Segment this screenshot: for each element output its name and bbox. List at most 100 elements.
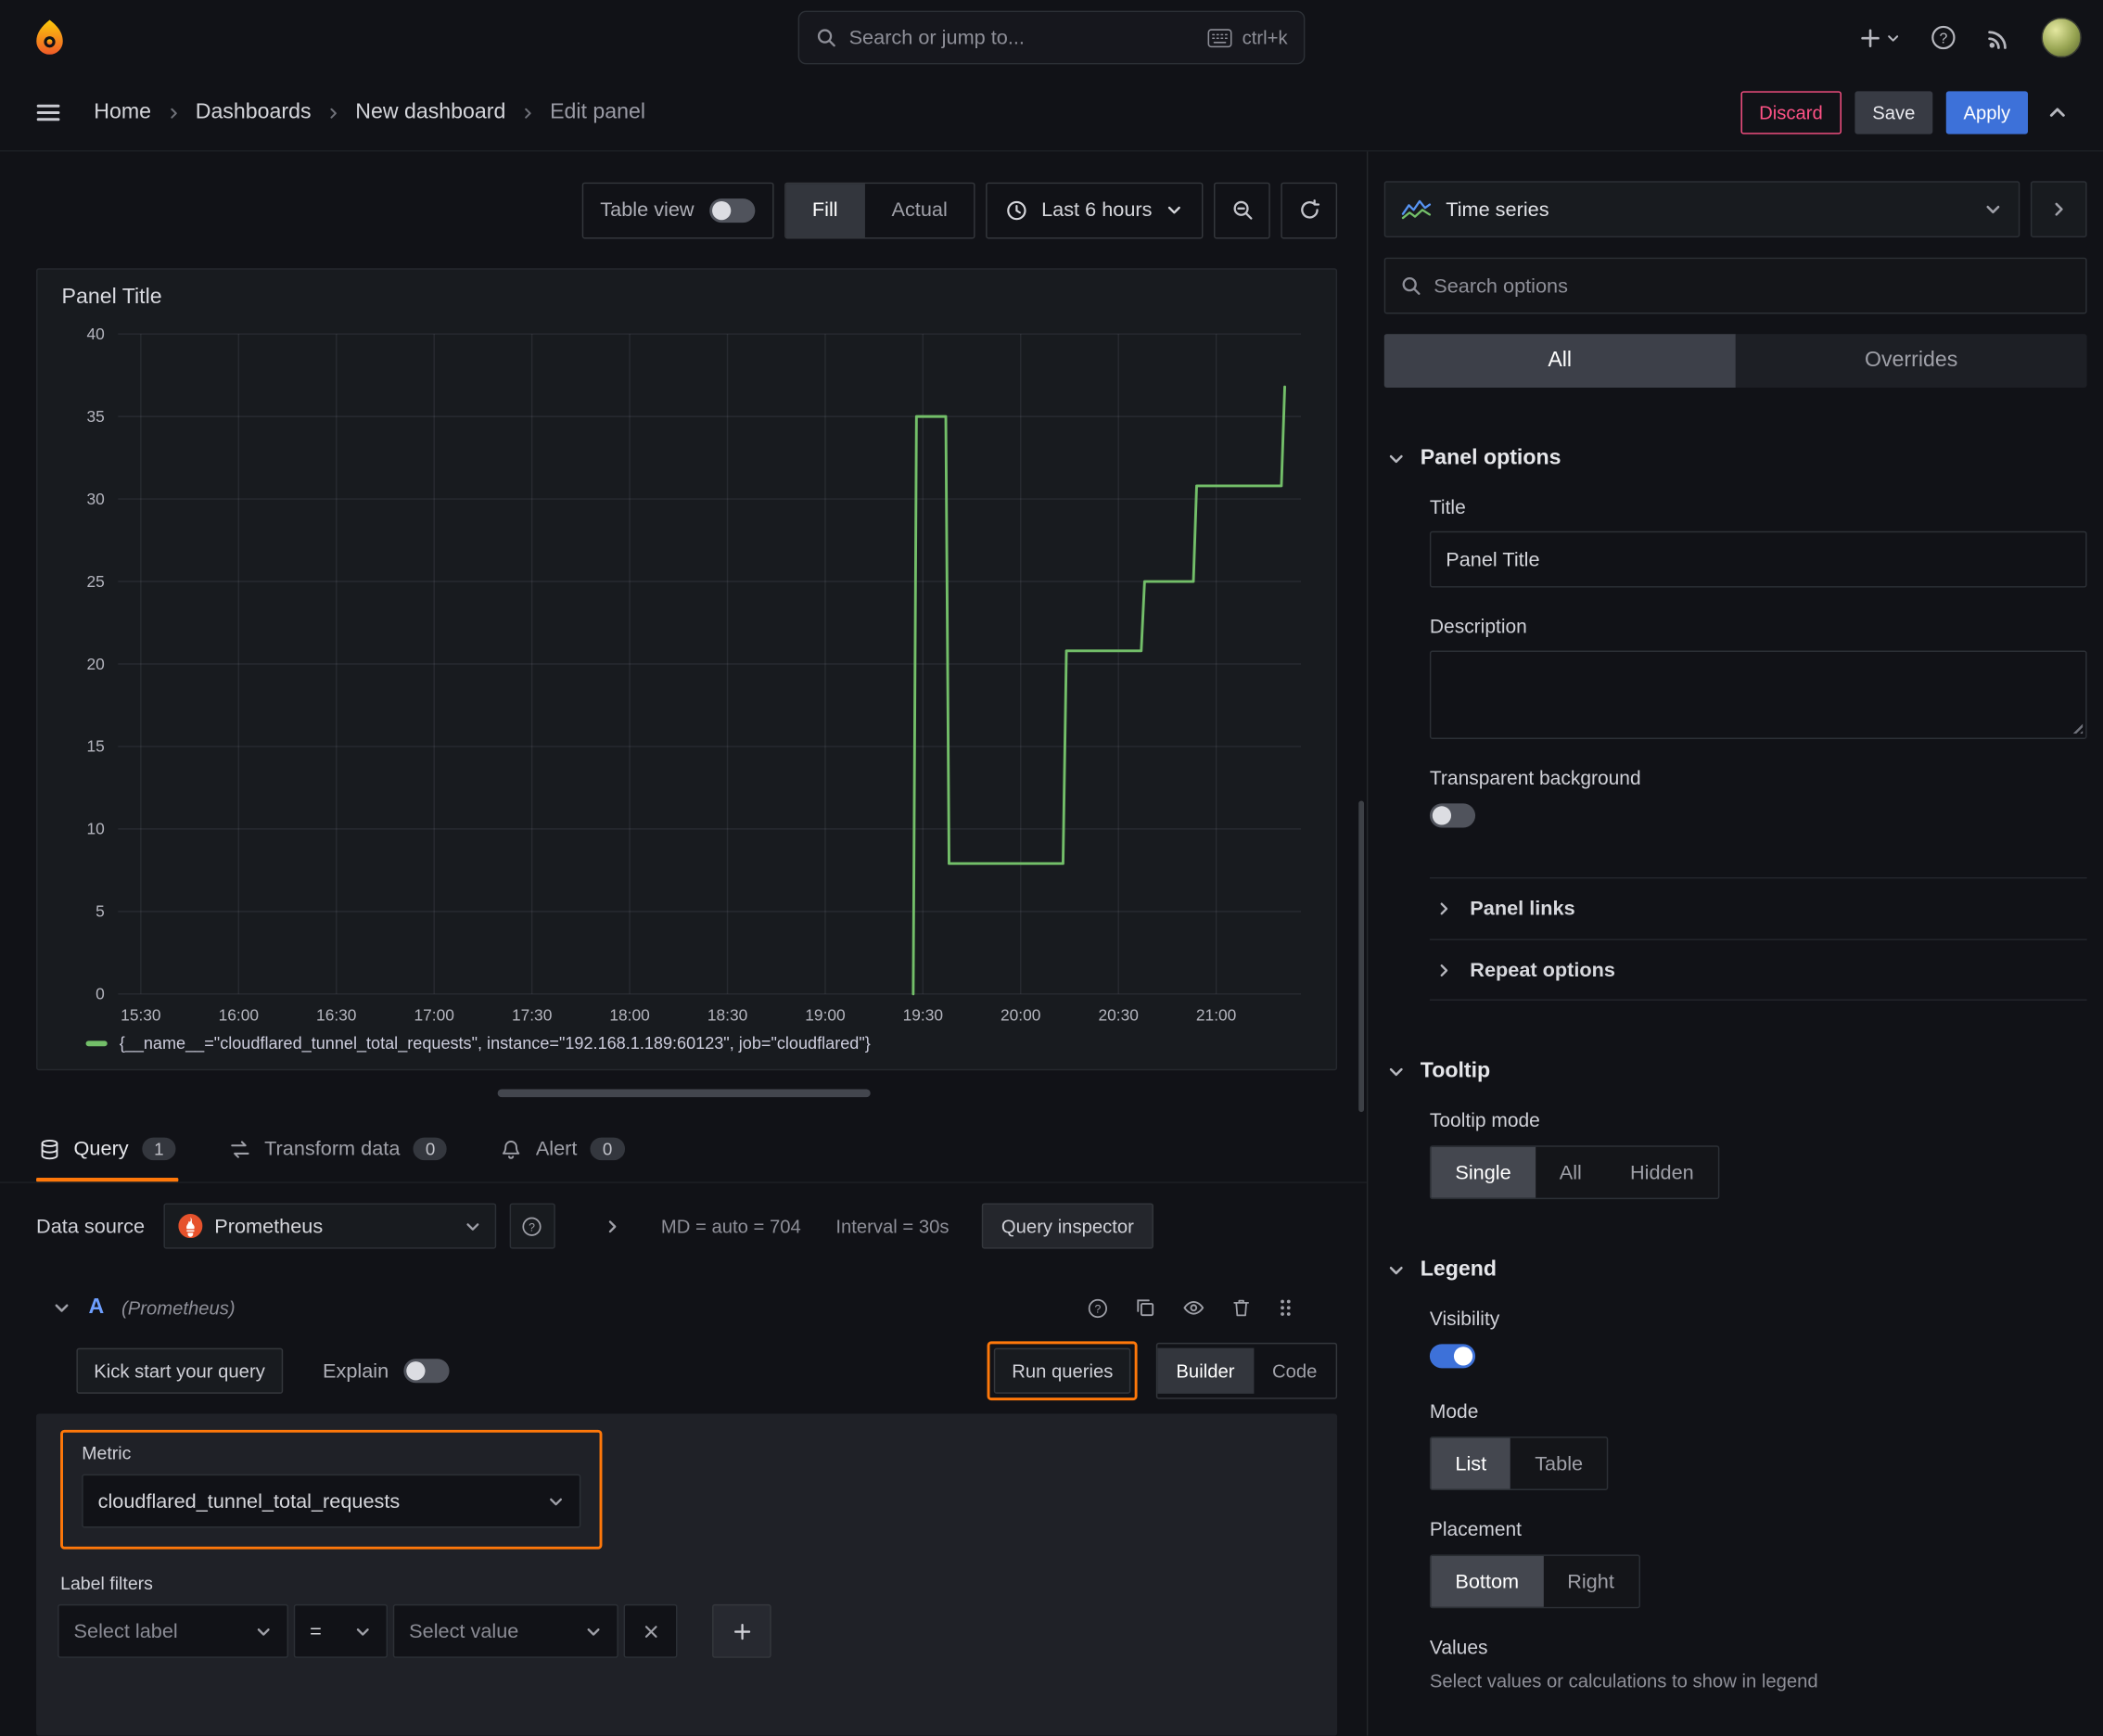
collapse-header-button[interactable] (2041, 96, 2073, 129)
explain-switch[interactable] (403, 1359, 450, 1384)
grafana-logo[interactable] (21, 9, 78, 66)
options-search[interactable] (1383, 257, 2087, 314)
legend-swatch[interactable] (85, 1040, 108, 1047)
tab-transform[interactable]: Transform data 0 (227, 1116, 451, 1181)
legend-mode-table[interactable]: Table (1510, 1438, 1607, 1489)
editor-tabs: Query 1 Transform data 0 Alert 0 (0, 1116, 1367, 1183)
search-icon (1402, 276, 1421, 295)
svg-text:21:00: 21:00 (1196, 1006, 1236, 1025)
grafana-app: ctrl+k ? (0, 0, 2103, 1736)
code-option[interactable]: Code (1254, 1348, 1336, 1394)
datasource-help-button[interactable]: ? (509, 1203, 555, 1249)
tab-alert[interactable]: Alert 0 (498, 1116, 627, 1181)
panel-options-title: Panel options (1420, 446, 1561, 470)
tab-alert-count: 0 (590, 1137, 625, 1161)
remove-filter-button[interactable] (623, 1603, 678, 1658)
breadcrumb-home[interactable]: Home (94, 100, 151, 124)
legend-visibility-switch[interactable] (1429, 1344, 1476, 1369)
tooltip-mode-hidden[interactable]: Hidden (1606, 1147, 1718, 1198)
apply-button[interactable]: Apply (1945, 91, 2029, 134)
global-search[interactable]: ctrl+k (797, 10, 1306, 65)
table-view-switch[interactable] (708, 198, 755, 223)
drag-handle-icon[interactable] (1277, 1297, 1294, 1319)
breadcrumb: Home Dashboards New dashboard Edit panel (94, 100, 645, 124)
tooltip-header[interactable]: Tooltip (1384, 1060, 2087, 1084)
global-search-input[interactable] (848, 26, 1195, 49)
tab-query[interactable]: Query 1 (36, 1116, 179, 1182)
run-queries-button[interactable]: Run queries (994, 1347, 1131, 1394)
legend-placement-bottom[interactable]: Bottom (1431, 1555, 1544, 1607)
zoom-out-button[interactable] (1214, 181, 1270, 238)
add-menu-button[interactable] (1859, 26, 1901, 49)
chevron-down-icon (587, 1628, 600, 1635)
trash-icon[interactable] (1231, 1297, 1252, 1319)
label-filter-operator-select[interactable]: = (293, 1603, 389, 1658)
repeat-options-section[interactable]: Repeat options (1429, 938, 2087, 1002)
legend-mode-list[interactable]: List (1431, 1437, 1511, 1489)
vertical-scrollbar[interactable] (1358, 800, 1365, 1113)
tooltip-mode-single[interactable]: Single (1431, 1146, 1536, 1198)
interval-summary[interactable]: Interval = 30s (835, 1215, 949, 1236)
builder-option[interactable]: Builder (1157, 1347, 1254, 1394)
query-row-header[interactable]: A (Prometheus) ? (36, 1280, 1337, 1336)
table-view-control[interactable]: Table view (581, 181, 773, 238)
transparent-background-switch[interactable] (1429, 803, 1476, 828)
legend-label[interactable]: {__name__="cloudflared_tunnel_total_requ… (120, 1034, 871, 1053)
panel-description-input[interactable] (1429, 650, 2087, 739)
panel-options-header[interactable]: Panel options (1384, 447, 2087, 471)
options-search-input[interactable] (1434, 274, 2071, 298)
fill-option[interactable]: Fill (784, 183, 865, 237)
tab-transform-label: Transform data (264, 1137, 401, 1161)
fill-actual-group: Fill Actual (784, 181, 976, 238)
user-avatar[interactable] (2041, 17, 2082, 58)
breadcrumb-dashboards[interactable]: Dashboards (196, 100, 312, 124)
metric-select[interactable]: cloudflared_tunnel_total_requests (82, 1474, 581, 1528)
label-filter-label-select[interactable]: Select label (57, 1603, 288, 1658)
breadcrumb-new-dashboard[interactable]: New dashboard (355, 100, 505, 124)
query-inspector-button[interactable]: Query inspector (981, 1203, 1154, 1249)
query-datasource-note: (Prometheus) (121, 1296, 236, 1319)
tooltip-mode-label: Tooltip mode (1429, 1110, 1540, 1132)
menu-toggle-button[interactable] (21, 86, 75, 140)
panel-links-section[interactable]: Panel links (1429, 876, 2087, 939)
tab-all[interactable]: All (1383, 334, 1736, 389)
legend-header[interactable]: Legend (1384, 1258, 2087, 1283)
panel-title[interactable]: Panel Title (57, 286, 1318, 318)
svg-text:20: 20 (87, 655, 105, 673)
annotation-highlight-metric: Metric cloudflared_tunnel_total_requests (60, 1429, 603, 1550)
time-series-chart[interactable]: 0 5 10 15 20 25 30 35 40 15:30 16:00 16:30 17:00 17:3… (57, 318, 1318, 1032)
chevron-down-icon[interactable] (52, 1298, 70, 1317)
eye-icon[interactable] (1181, 1297, 1205, 1319)
plus-icon (733, 1623, 750, 1640)
options-filter-tabs: All Overrides (1383, 334, 2087, 389)
tooltip-mode-all[interactable]: All (1536, 1147, 1606, 1198)
news-button[interactable] (1986, 25, 2011, 50)
grafana-logo-icon (36, 19, 63, 55)
collapse-options-pane-button[interactable] (2030, 181, 2087, 238)
visualization-picker[interactable]: Time series (1383, 181, 2020, 238)
max-data-points-summary[interactable]: MD = auto = 704 (661, 1215, 801, 1236)
add-filter-button[interactable] (712, 1603, 771, 1658)
refresh-button[interactable] (1281, 181, 1338, 238)
query-options-toggle[interactable] (604, 1218, 621, 1235)
time-range-picker[interactable]: Last 6 hours (986, 181, 1204, 238)
datasource-picker[interactable]: Prometheus (163, 1203, 496, 1249)
svg-text:?: ? (529, 1220, 536, 1233)
save-button[interactable]: Save (1854, 91, 1933, 134)
horizontal-scrollbar[interactable] (496, 1089, 871, 1098)
legend-placement-right[interactable]: Right (1543, 1556, 1638, 1607)
tab-overrides[interactable]: Overrides (1736, 334, 2087, 388)
query-ref-id: A (88, 1296, 105, 1319)
copy-icon[interactable] (1135, 1297, 1156, 1319)
actual-option[interactable]: Actual (865, 183, 975, 236)
panel-title-input[interactable] (1429, 530, 2087, 588)
help-button[interactable]: ? (1930, 24, 1956, 51)
repeat-options-label: Repeat options (1470, 958, 1615, 982)
legend-section: Legend Visibility Mode List Table Placem… (1384, 1258, 2087, 1691)
kick-start-button[interactable]: Kick start your query (76, 1347, 283, 1394)
help-icon[interactable]: ? (1087, 1296, 1110, 1320)
label-filter-value-select[interactable]: Select value (392, 1603, 618, 1658)
discard-button[interactable]: Discard (1740, 91, 1842, 134)
legend-values-label: Values (1429, 1638, 1488, 1660)
legend-visibility-label: Visibility (1429, 1308, 1500, 1331)
